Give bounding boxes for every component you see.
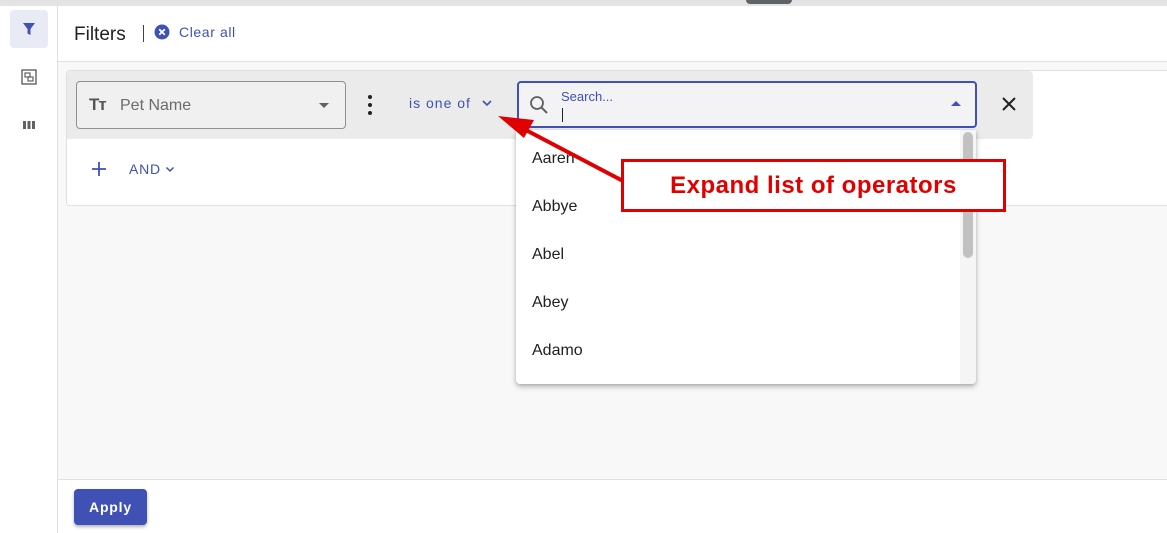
group-icon [21,69,37,85]
value-search-input[interactable]: Search... [517,81,977,128]
clear-all-button[interactable]: Clear all [154,24,236,40]
operator-select[interactable]: is one of [409,95,493,111]
list-item[interactable]: Aaren [532,150,575,168]
list-item[interactable]: Abel [532,246,564,264]
add-filter-row: AND [91,161,175,177]
search-icon [530,96,548,114]
caret-up-icon[interactable] [951,101,961,106]
filter-row: Tт Pet Name is one of Search... [67,71,1033,139]
filters-footer: Apply [58,479,1167,533]
list-item[interactable]: Abey [532,294,568,312]
text-type-icon: Tт [89,95,107,114]
field-select[interactable]: Tт Pet Name [76,81,346,129]
clear-circle-icon [154,24,170,40]
clear-all-label: Clear all [179,24,236,40]
apply-button[interactable]: Apply [74,489,147,525]
rail-group-button[interactable] [10,58,48,96]
conjunction-select[interactable]: AND [129,161,175,177]
rail-filters-button[interactable] [10,10,48,48]
add-icon[interactable] [91,161,107,177]
chevron-down-icon [165,166,174,172]
page-title: Filters [74,24,126,45]
list-item[interactable]: Adamo [532,342,583,360]
remove-filter-icon[interactable] [999,94,1019,114]
text-cursor [562,108,563,122]
filters-header: Filters Clear all [58,6,1167,62]
annotation-callout-text: Expand list of operators [670,171,957,199]
more-options-icon[interactable] [362,93,378,117]
list-item[interactable]: Abbye [532,198,577,216]
annotation-callout: Expand list of operators [621,159,1006,212]
rail-columns-button[interactable] [10,106,48,144]
drag-handle[interactable] [746,0,792,4]
side-rail [0,6,58,533]
operator-label: is one of [409,95,471,111]
search-placeholder: Search... [561,89,614,104]
chevron-down-icon [482,100,492,107]
filter-icon [23,23,35,35]
caret-down-icon [319,103,329,108]
conjunction-label: AND [129,161,161,177]
filters-panel: Filters Clear all Tт Pet Name is one of … [0,0,1167,533]
columns-icon [23,121,35,129]
header-divider [143,25,144,42]
field-select-label: Pet Name [120,97,192,114]
